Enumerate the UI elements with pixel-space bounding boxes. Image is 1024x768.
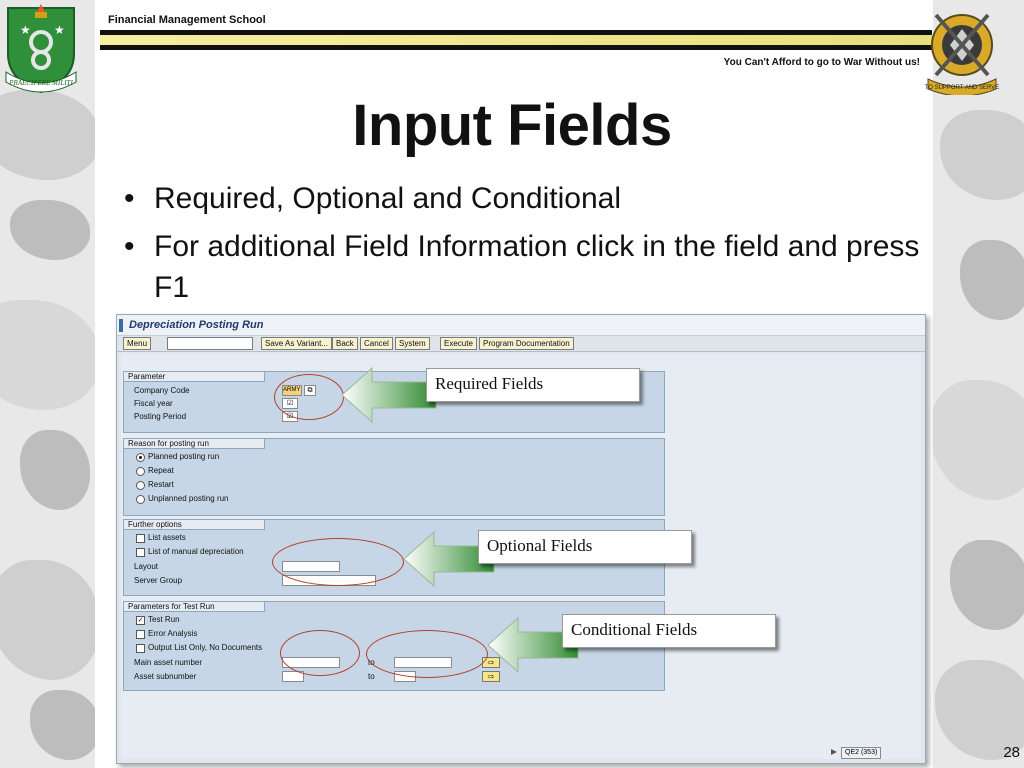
reason-group: Reason for posting run Planned posting r… <box>123 438 665 516</box>
unit-crest-right-icon: TO SUPPORT AND SERVE <box>924 5 1000 97</box>
sap-window-title: Depreciation Posting Run <box>129 319 264 331</box>
required-arrow-icon <box>341 366 437 424</box>
status-expand-icon[interactable] <box>831 749 837 755</box>
system-button[interactable]: System <box>395 337 430 350</box>
to-label: to <box>368 672 375 681</box>
conditional-highlight-oval-2 <box>366 630 488 678</box>
execute-button[interactable]: Execute <box>440 337 477 350</box>
bullet-list: Required, Optional and Conditional For a… <box>118 178 948 315</box>
back-button[interactable]: Back <box>332 337 358 350</box>
required-highlight-oval <box>274 374 344 420</box>
school-motto: You Can't Afford to go to War Without us… <box>723 57 920 68</box>
sap-title-bar: Depreciation Posting Run <box>117 315 925 336</box>
group-title: Further options <box>126 520 184 529</box>
system-status: QE2 (353) <box>841 747 882 759</box>
svg-text:TO SUPPORT AND SERVE: TO SUPPORT AND SERVE <box>925 85 1000 91</box>
bullet-item: Required, Optional and Conditional <box>118 178 948 219</box>
unit-crest-left-icon: ★ ★ PRAECIPERE MILITI <box>2 2 80 96</box>
group-title: Parameters for Test Run <box>126 602 217 611</box>
radio-restart[interactable] <box>136 481 145 490</box>
error-analysis-checkbox[interactable] <box>136 630 145 639</box>
svg-text:PRAECIPERE MILITI: PRAECIPERE MILITI <box>8 79 73 87</box>
checkbox-label: List of manual depreciation <box>148 547 244 556</box>
radio-label: Unplanned posting run <box>148 494 229 503</box>
server-group-label: Server Group <box>134 576 183 585</box>
cancel-button[interactable]: Cancel <box>360 337 393 350</box>
command-field[interactable] <box>167 337 253 350</box>
radio-planned[interactable] <box>136 453 145 462</box>
posting-period-label: Posting Period <box>134 412 187 421</box>
program-documentation-button[interactable]: Program Documentation <box>479 337 574 350</box>
group-title: Parameter <box>126 372 168 381</box>
list-manual-checkbox[interactable] <box>136 548 145 557</box>
menu-button[interactable]: Menu <box>123 337 152 350</box>
checkbox-label: Error Analysis <box>148 629 198 638</box>
header-bar-accent <box>100 35 932 45</box>
test-run-checkbox[interactable]: ✓ <box>136 616 145 625</box>
list-assets-checkbox[interactable] <box>136 534 145 543</box>
main-asset-label: Main asset number <box>134 658 203 667</box>
slide-title: Input Fields <box>352 93 672 158</box>
save-as-variant-button[interactable]: Save As Variant... <box>261 337 332 350</box>
radio-label: Repeat <box>148 466 174 475</box>
optional-highlight-oval <box>272 538 404 586</box>
sap-toolbar: Menu Save As Variant... Back Cancel Syst… <box>117 336 925 352</box>
company-code-label: Company Code <box>134 386 190 395</box>
checkbox-label: Output List Only, No Documents <box>148 643 263 652</box>
optional-fields-callout: Optional Fields <box>478 530 692 564</box>
layout-label: Layout <box>134 562 159 571</box>
svg-text:★: ★ <box>20 23 31 37</box>
fiscal-year-label: Fiscal year <box>134 399 173 408</box>
group-title: Reason for posting run <box>126 439 211 448</box>
output-list-checkbox[interactable] <box>136 644 145 653</box>
svg-text:★: ★ <box>54 23 65 37</box>
asset-subnumber-label: Asset subnumber <box>134 672 197 681</box>
conditional-fields-callout: Conditional Fields <box>562 614 776 648</box>
checkbox-label: Test Run <box>148 615 180 624</box>
conditional-highlight-oval-1 <box>280 630 360 676</box>
school-name: Financial Management School <box>108 14 266 26</box>
bullet-item: For additional Field Information click i… <box>118 226 948 308</box>
radio-label: Restart <box>148 480 174 489</box>
radio-unplanned[interactable] <box>136 495 145 504</box>
checkbox-label: List assets <box>148 533 186 542</box>
page-number: 28 <box>1003 744 1020 761</box>
radio-label: Planned posting run <box>148 452 220 461</box>
required-fields-callout: Required Fields <box>426 368 640 402</box>
radio-repeat[interactable] <box>136 467 145 476</box>
